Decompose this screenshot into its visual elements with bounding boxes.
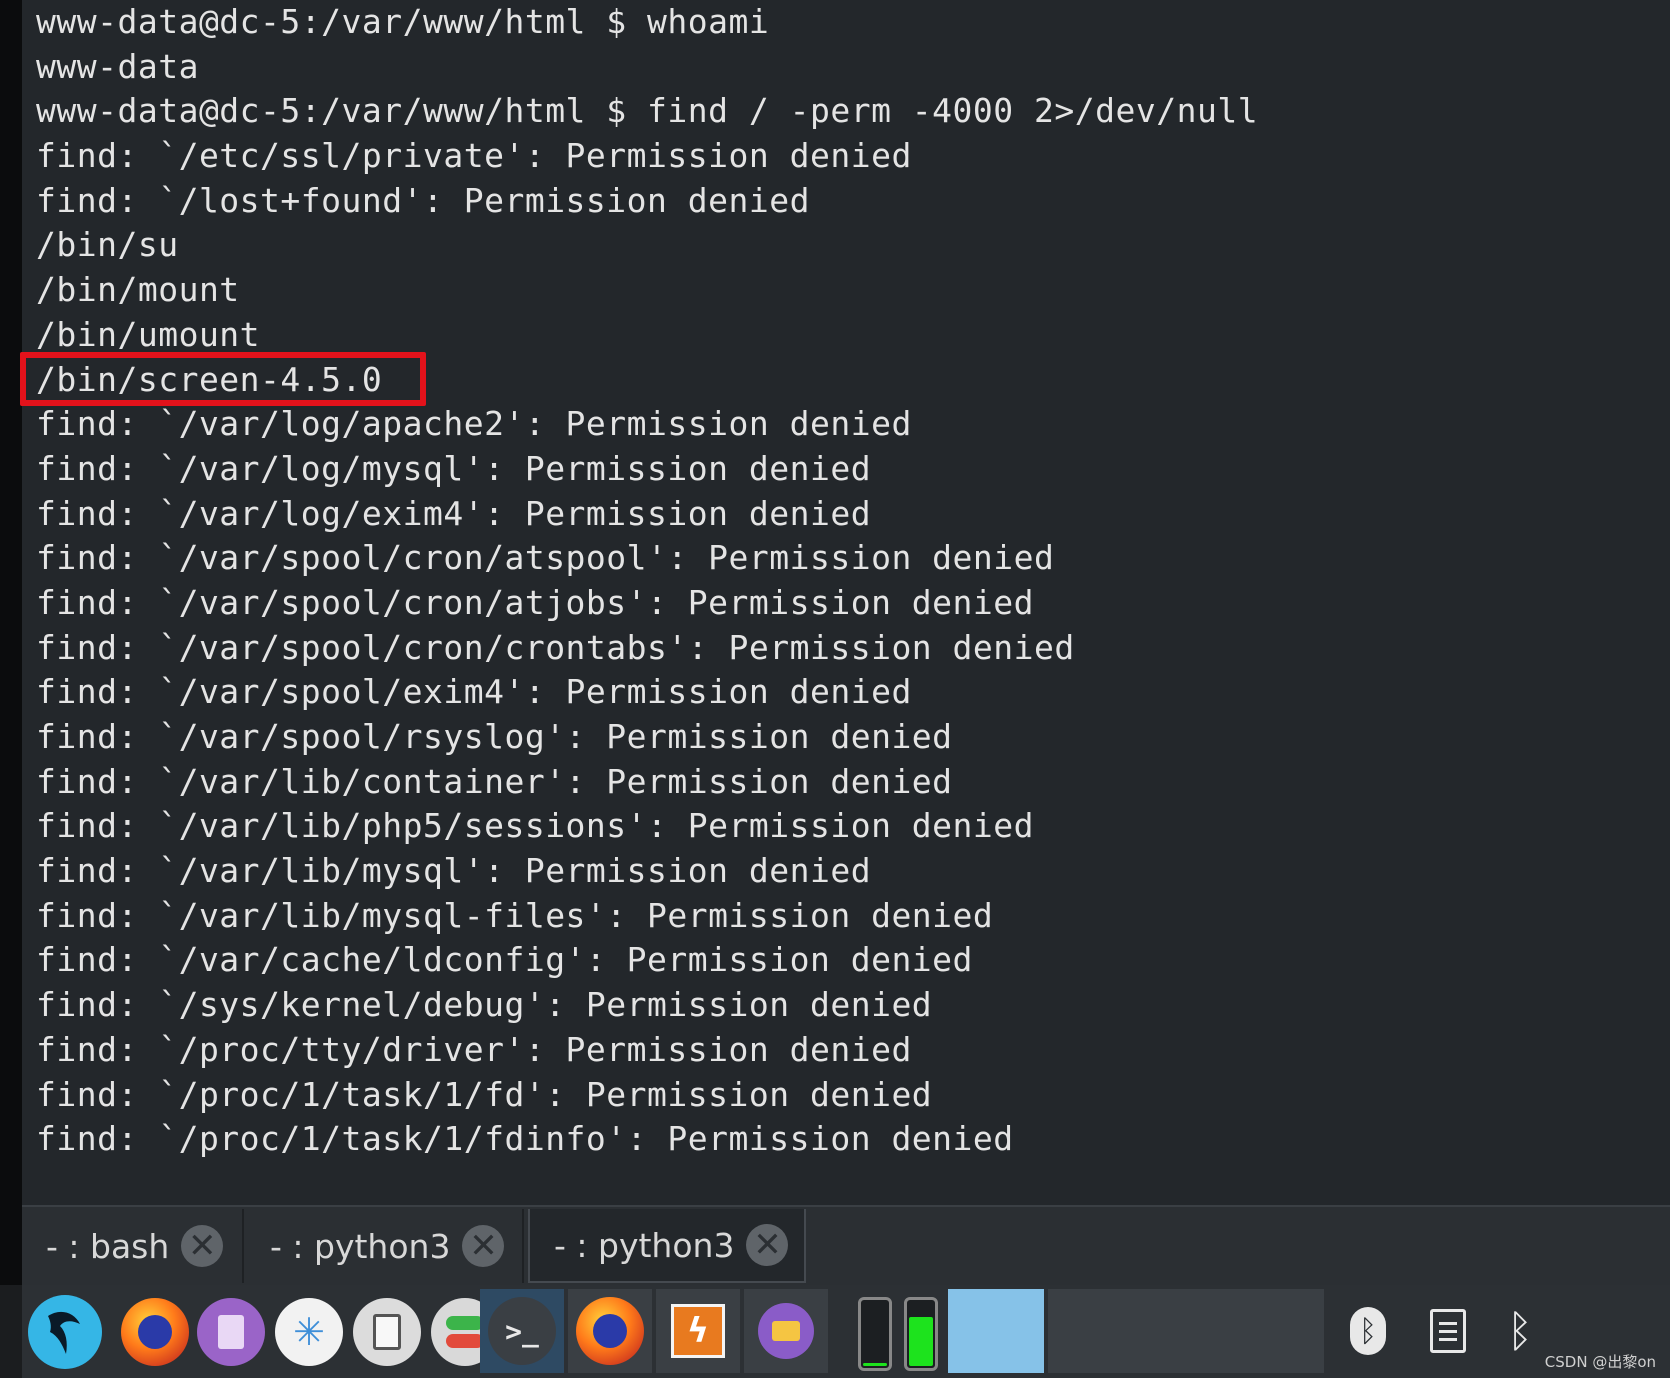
tab-python3[interactable]: - : python3 ✕ [246,1209,524,1283]
watermark-text: CSDN @出黎on [1544,1353,1656,1371]
terminal-line: find: `/etc/ssl/private': Permission den… [36,136,912,176]
terminal-lines: www-data@dc-5:/var/www/html $ whoami www… [36,0,1258,1162]
bluetooth-symbol-icon[interactable]: ᛒ [1490,1299,1550,1363]
network-icon[interactable]: ✳ [268,1291,350,1373]
terminal-line: find: `/var/spool/rsyslog': Permission d… [36,717,953,756]
tab-label: - : bash [46,1226,170,1266]
terminal-line: www-data@dc-5:/var/www/html $ find / -pe… [36,91,1259,131]
workspace-4[interactable] [1228,1289,1324,1373]
terminal-line: find: `/var/lib/php5/sessions': Permissi… [36,806,1035,846]
terminal-line: find: `/var/lib/container': Permission d… [36,761,953,801]
text-editor-icon[interactable] [190,1291,272,1373]
files-icon[interactable] [346,1291,428,1373]
terminal-line: find: `/var/spool/cron/atjobs': Permissi… [36,582,1035,622]
terminal-line: find: `/proc/1/task/1/fdinfo': Permissio… [36,1119,1014,1159]
terminal-line: find: `/var/log/apache2': Permission den… [36,404,912,444]
tab-label: - : python3 [270,1226,451,1266]
file-manager-icon [758,1303,814,1359]
workspace-1[interactable] [948,1289,1044,1373]
clipboard-icon[interactable] [1418,1299,1478,1363]
workspace-2[interactable] [1048,1289,1144,1373]
terminal-line: /bin/su [36,225,179,265]
terminal-line: /bin/umount [36,314,261,354]
bluetooth-icon[interactable]: ᛒ [1338,1299,1398,1363]
tab-python3-active[interactable]: - : python3 ✕ [528,1209,806,1283]
firefox-task-slot[interactable] [568,1289,652,1373]
terminal-task-slot[interactable]: >_ [480,1289,564,1373]
memory-meter[interactable] [904,1297,938,1371]
cpu-meter[interactable] [858,1297,892,1371]
terminal-line: www-data [36,46,199,86]
left-screen-edge-bottom [0,1285,22,1378]
firefox-window-icon [576,1297,644,1365]
kali-menu-icon[interactable] [24,1291,106,1373]
tab-bash[interactable]: - : bash ✕ [22,1209,244,1283]
terminal-line: find: `/proc/1/task/1/fd': Permission de… [36,1074,933,1114]
terminal-line: find: `/var/spool/exim4': Permission den… [36,672,912,712]
terminal-line: find: `/lost+found': Permission denied [36,180,810,220]
file-manager-task-slot[interactable] [744,1289,828,1373]
terminal-line: /bin/mount [36,270,240,310]
burp-task-slot[interactable]: ϟ [656,1289,740,1373]
terminal-output[interactable]: www-data@dc-5:/var/www/html $ whoami www… [22,0,1670,1205]
burp-icon: ϟ [671,1304,725,1358]
terminal-line: find: `/var/log/mysql': Permission denie… [36,448,872,488]
highlight-annotation-box [20,352,426,406]
close-tab-icon[interactable]: ✕ [746,1224,789,1266]
terminal-icon: >_ [488,1297,556,1365]
terminal-line: find: `/var/cache/ldconfig': Permission … [36,940,973,980]
terminal-line: find: `/var/lib/mysql-files': Permission… [36,895,994,935]
taskbar: ✳ >_ ϟ ᛒ ᛒ CSDN @出黎on [22,1285,1670,1378]
firefox-icon[interactable] [114,1291,196,1373]
terminal-line: find: `/proc/tty/driver': Permission den… [36,1029,912,1069]
left-screen-edge [0,0,22,1292]
terminal-tab-bar: - : bash ✕ - : python3 ✕ - : python3 ✕ [22,1205,1670,1285]
terminal-line: find: `/var/spool/cron/atspool': Permiss… [36,538,1055,578]
tab-label: - : python3 [554,1225,735,1265]
terminal-line: www-data@dc-5:/var/www/html $ whoami [36,2,770,41]
terminal-line: find: `/var/log/exim4': Permission denie… [36,493,872,533]
terminal-line: find: `/var/lib/mysql': Permission denie… [36,851,872,891]
terminal-line: find: `/sys/kernel/debug': Permission de… [36,985,933,1025]
close-tab-icon[interactable]: ✕ [181,1225,224,1267]
workspace-3[interactable] [1138,1289,1234,1373]
terminal-line: find: `/var/spool/cron/crontabs': Permis… [36,627,1075,667]
close-tab-icon[interactable]: ✕ [462,1225,505,1267]
